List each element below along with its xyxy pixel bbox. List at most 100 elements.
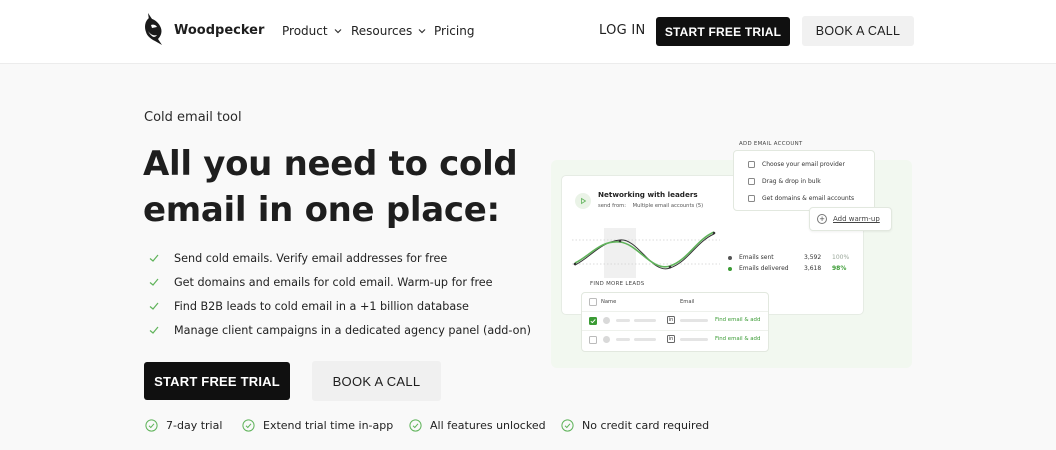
email-placeholder-bar	[680, 319, 708, 322]
series-sent-line	[574, 233, 715, 270]
check-circle-icon	[145, 419, 158, 432]
option-label: Drag & drop in bulk	[762, 177, 821, 185]
add-account-title: ADD EMAIL ACCOUNT	[739, 141, 803, 147]
chart-highlight-band	[604, 228, 636, 278]
check-circle-icon	[409, 419, 422, 432]
benefit-text: Manage client campaigns in a dedicated a…	[174, 323, 531, 337]
login-link[interactable]: LOG IN	[599, 23, 646, 38]
nav-product[interactable]: Product	[282, 24, 343, 38]
avatar	[603, 336, 610, 343]
upload-icon	[748, 177, 755, 185]
nav-book-call-button[interactable]: BOOK A CALL	[802, 16, 914, 46]
feature-item: 7-day trial	[145, 419, 222, 432]
plus-circle-icon: +	[817, 214, 827, 224]
nav-pricing[interactable]: Pricing	[434, 24, 474, 38]
linkedin-icon: in	[667, 335, 675, 343]
stat-percent: 98%	[832, 265, 847, 272]
mail-icon	[748, 160, 755, 168]
feature-text: All features unlocked	[430, 419, 546, 432]
name-placeholder-bar	[616, 319, 630, 322]
lead-checkbox[interactable]	[589, 317, 597, 325]
add-account-card: Choose your email provider Drag & drop i…	[733, 150, 875, 211]
lead-row: in Find email & add	[582, 330, 768, 348]
feature-text: Extend trial time in-app	[263, 419, 394, 432]
name-placeholder-bar	[634, 338, 656, 341]
campaign-send-from: send from: Multiple email accounts (5)	[598, 203, 703, 209]
add-warmup-button[interactable]: + Add warm-up	[809, 207, 892, 231]
feature-item: Extend trial time in-app	[242, 419, 393, 432]
check-icon	[149, 278, 159, 286]
feature-item: No credit card required	[561, 419, 709, 432]
nav-product-label: Product	[282, 24, 328, 38]
top-nav: Woodpecker Product Resources Pricing LOG…	[0, 0, 1056, 64]
add-account-option[interactable]: Drag & drop in bulk	[748, 176, 821, 186]
feature-text: No credit card required	[582, 419, 710, 432]
chevron-down-icon	[334, 29, 341, 34]
chevron-down-icon	[418, 29, 426, 34]
check-icon	[149, 254, 159, 262]
option-label: Choose your email provider	[762, 160, 845, 168]
benefit-text: Get domains and emails for cold email. W…	[174, 275, 493, 289]
check-icon	[149, 302, 159, 310]
leads-card: Name Email in Find email & add in Find e…	[581, 292, 769, 352]
check-icon	[149, 326, 159, 334]
headline-line-1: All you need to cold	[143, 144, 518, 184]
name-placeholder-bar	[616, 338, 630, 341]
lead-row: in Find email & add	[582, 311, 768, 329]
stat-emails-sent: Emails sent 3,592 100%	[728, 254, 853, 264]
benefit-item: Manage client campaigns in a dedicated a…	[148, 318, 531, 342]
select-all-checkbox[interactable]	[589, 298, 597, 306]
check-icon	[590, 319, 596, 324]
feature-item: All features unlocked	[409, 419, 546, 432]
chart-point	[712, 231, 716, 235]
find-email-link[interactable]: Find email & add	[715, 336, 760, 342]
hero-headline: All you need to cold email in one place:	[143, 141, 563, 233]
hero-start-trial-button[interactable]: START FREE TRIAL	[144, 362, 290, 400]
benefit-item: Get domains and emails for cold email. W…	[148, 270, 531, 294]
play-icon	[575, 193, 591, 209]
benefit-item: Find B2B leads to cold email in a +1 bil…	[148, 294, 531, 318]
warmup-label: Add warm-up	[833, 215, 880, 223]
stat-dot	[728, 256, 732, 260]
stat-percent: 100%	[832, 254, 850, 261]
check-circle-icon	[561, 419, 574, 432]
leads-col-name: Name	[601, 299, 617, 305]
stat-emails-delivered: Emails delivered 3,618 98%	[728, 265, 853, 275]
series-delivered-line	[574, 231, 715, 268]
lead-checkbox[interactable]	[589, 336, 597, 344]
benefit-item: Send cold emails. Verify email addresses…	[148, 246, 531, 270]
benefit-text: Find B2B leads to cold email in a +1 bil…	[174, 299, 469, 313]
add-account-option[interactable]: Choose your email provider	[748, 159, 845, 169]
find-email-link[interactable]: Find email & add	[715, 317, 760, 323]
nav-pricing-label: Pricing	[434, 24, 475, 38]
stat-dot	[728, 267, 732, 271]
campaign-line-chart	[572, 228, 720, 278]
benefit-text: Send cold emails. Verify email addresses…	[174, 251, 448, 265]
chart-point	[573, 262, 577, 266]
leads-col-email: Email	[680, 299, 695, 305]
stat-label: Emails delivered	[739, 265, 789, 272]
send-from-label: send from:	[598, 203, 626, 209]
domain-icon	[748, 194, 755, 202]
benefit-list: Send cold emails. Verify email addresses…	[148, 246, 531, 342]
feature-strip: 7-day trial Extend trial time in-app All…	[145, 419, 725, 435]
leads-title: FIND MORE LEADS	[590, 281, 645, 287]
feature-text: 7-day trial	[166, 419, 223, 432]
option-label: Get domains & email accounts	[762, 194, 855, 202]
nav-start-trial-button[interactable]: START FREE TRIAL	[656, 17, 790, 46]
campaign-title: Networking with leaders	[598, 190, 698, 199]
avatar	[603, 317, 610, 324]
add-account-option[interactable]: Get domains & email accounts	[748, 193, 854, 203]
hero-book-call-button[interactable]: BOOK A CALL	[312, 361, 441, 401]
nav-resources-label: Resources	[351, 24, 413, 38]
nav-resources[interactable]: Resources	[351, 24, 427, 38]
check-circle-icon	[242, 419, 255, 432]
hero-eyebrow: Cold email tool	[144, 110, 242, 125]
brand-name: Woodpecker	[174, 23, 265, 38]
stat-value: 3,592	[804, 254, 822, 261]
name-placeholder-bar	[634, 319, 656, 322]
linkedin-icon: in	[667, 316, 675, 324]
brand-logo[interactable]: Woodpecker	[143, 12, 264, 46]
stat-value: 3,618	[804, 265, 822, 272]
chart-point	[618, 239, 622, 243]
